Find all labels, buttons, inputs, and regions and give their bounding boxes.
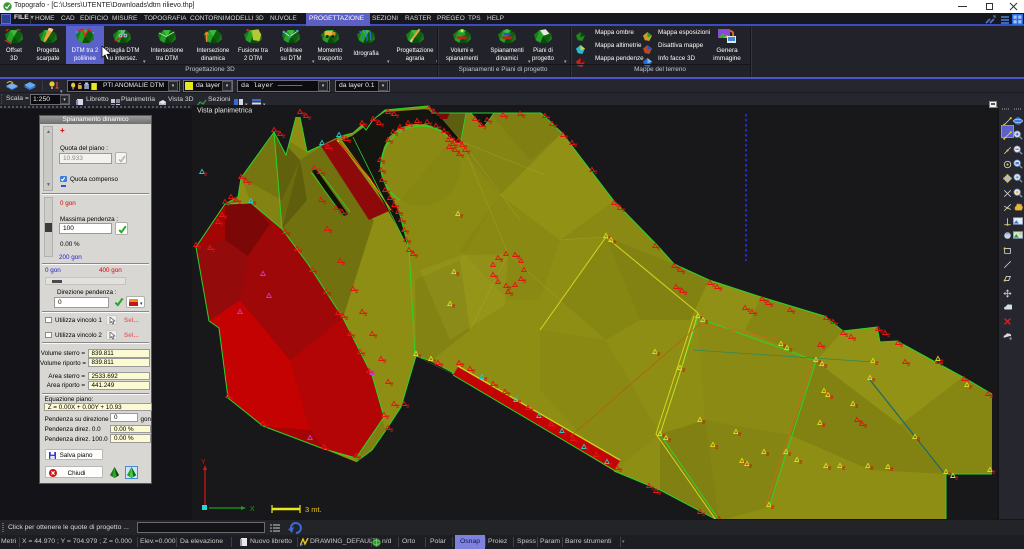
svg-text:3 mt.: 3 mt. bbox=[305, 505, 322, 514]
svg-text:Y: Y bbox=[201, 459, 206, 466]
svg-text:X: X bbox=[250, 506, 255, 513]
svg-text:Vista planimetrica: Vista planimetrica bbox=[197, 108, 252, 115]
